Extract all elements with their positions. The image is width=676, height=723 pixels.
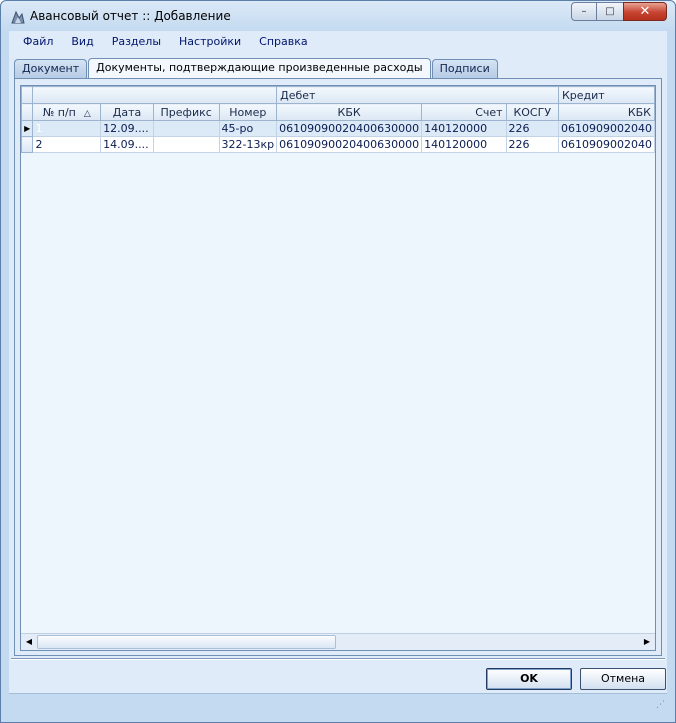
cell-num[interactable]: 1	[32, 120, 102, 137]
band-corner	[21, 86, 34, 104]
table-row[interactable]: ▶ 1 12.09.... 45-ро 06109090020400630000…	[21, 120, 655, 137]
dialog-window: Авансовый отчет :: Добавление – □ ✕ Файл…	[0, 0, 676, 723]
scroll-right-icon[interactable]: ▶	[639, 634, 655, 650]
cell-debit-kbk[interactable]: 06109090020400630000	[276, 136, 423, 153]
resize-grip-icon[interactable]: ⋰	[653, 699, 665, 711]
tab-signatures[interactable]: Подписи	[431, 59, 498, 78]
tab-document[interactable]: Документ	[14, 59, 88, 78]
header-corner	[21, 103, 34, 121]
caption-buttons: – □ ✕	[571, 2, 667, 22]
band-header-row: Дебет Кредит	[21, 86, 655, 104]
scroll-left-icon[interactable]: ◀	[21, 634, 37, 650]
menu-help[interactable]: Справка	[250, 31, 316, 53]
tab-expense-documents[interactable]: Документы, подтверждающие произведенные …	[88, 58, 431, 79]
cell-num[interactable]: 2	[32, 136, 102, 153]
cell-debit-kosgu[interactable]: 226	[505, 120, 559, 137]
cell-prefix[interactable]	[152, 120, 220, 137]
row-indicator[interactable]	[21, 136, 34, 153]
cell-credit-kbk[interactable]: 0610909002040	[557, 120, 655, 137]
table-row[interactable]: 2 14.09.... 322-13кр 0610909002040063000…	[21, 136, 655, 153]
maximize-icon: □	[605, 6, 615, 17]
close-button[interactable]: ✕	[623, 2, 667, 21]
cell-credit-kbk[interactable]: 0610909002040	[557, 136, 655, 153]
band-credit: Кредит	[557, 86, 655, 104]
menu-settings[interactable]: Настройки	[170, 31, 250, 53]
cell-debit-kbk[interactable]: 06109090020400630000	[276, 120, 423, 137]
menu-bar: Файл Вид Разделы Настройки Справка	[9, 31, 667, 53]
cell-date[interactable]: 14.09....	[100, 136, 154, 153]
cancel-button[interactable]: Отмена	[580, 668, 666, 690]
menu-sections[interactable]: Разделы	[103, 31, 170, 53]
app-icon	[11, 10, 25, 24]
horizontal-scrollbar[interactable]: ◀ ▶	[21, 633, 655, 650]
divider	[11, 658, 665, 660]
menu-view[interactable]: Вид	[62, 31, 102, 53]
cell-debit-account[interactable]: 140120000	[421, 120, 507, 137]
column-header-debit-account[interactable]: Счет	[421, 103, 507, 121]
column-header-num-label: № п/п	[42, 105, 76, 119]
column-header-debit-kbk[interactable]: КБК	[276, 103, 423, 121]
column-header-prefix[interactable]: Префикс	[152, 103, 220, 121]
band-empty	[32, 86, 278, 104]
cell-number[interactable]: 45-ро	[218, 120, 278, 137]
maximize-button[interactable]: □	[597, 2, 623, 21]
tab-panel: Дебет Кредит № п/п △ Дата Префикс Номер К…	[14, 78, 662, 656]
column-header-date[interactable]: Дата	[100, 103, 154, 121]
minimize-button[interactable]: –	[571, 2, 597, 21]
cell-prefix[interactable]	[152, 136, 220, 153]
row-indicator[interactable]: ▶	[21, 120, 34, 137]
close-icon: ✕	[639, 4, 651, 19]
column-header-row: № п/п △ Дата Префикс Номер КБК Счет КОСГУ…	[21, 103, 655, 121]
current-row-icon: ▶	[24, 124, 31, 133]
cell-number[interactable]: 322-13кр	[218, 136, 278, 153]
menu-file[interactable]: Файл	[9, 31, 62, 53]
sort-ascending-icon: △	[83, 108, 91, 119]
band-debit: Дебет	[276, 86, 559, 104]
grid-table: Дебет Кредит № п/п △ Дата Префикс Номер К…	[21, 86, 655, 153]
scrollbar-thumb[interactable]	[37, 635, 336, 649]
cell-debit-kosgu[interactable]: 226	[505, 136, 559, 153]
column-header-number[interactable]: Номер	[218, 103, 278, 121]
column-header-debit-kosgu[interactable]: КОСГУ	[505, 103, 559, 121]
cell-debit-account[interactable]: 140120000	[421, 136, 507, 153]
client-area: Файл Вид Разделы Настройки Справка Докум…	[9, 31, 667, 713]
column-header-credit-kbk[interactable]: КБК	[557, 103, 655, 121]
column-header-num[interactable]: № п/п △	[32, 103, 102, 121]
ok-button[interactable]: OK	[486, 668, 572, 690]
tab-strip: Документ Документы, подтверждающие произ…	[14, 58, 499, 79]
title-bar[interactable]: Авансовый отчет :: Добавление – □ ✕	[1, 1, 675, 31]
minimize-icon: –	[581, 6, 587, 17]
cell-date[interactable]: 12.09....	[100, 120, 154, 137]
documents-grid[interactable]: Дебет Кредит № п/п △ Дата Префикс Номер К…	[20, 85, 656, 651]
status-bar: ⋰	[9, 693, 667, 713]
window-title: Авансовый отчет :: Добавление	[30, 9, 231, 23]
